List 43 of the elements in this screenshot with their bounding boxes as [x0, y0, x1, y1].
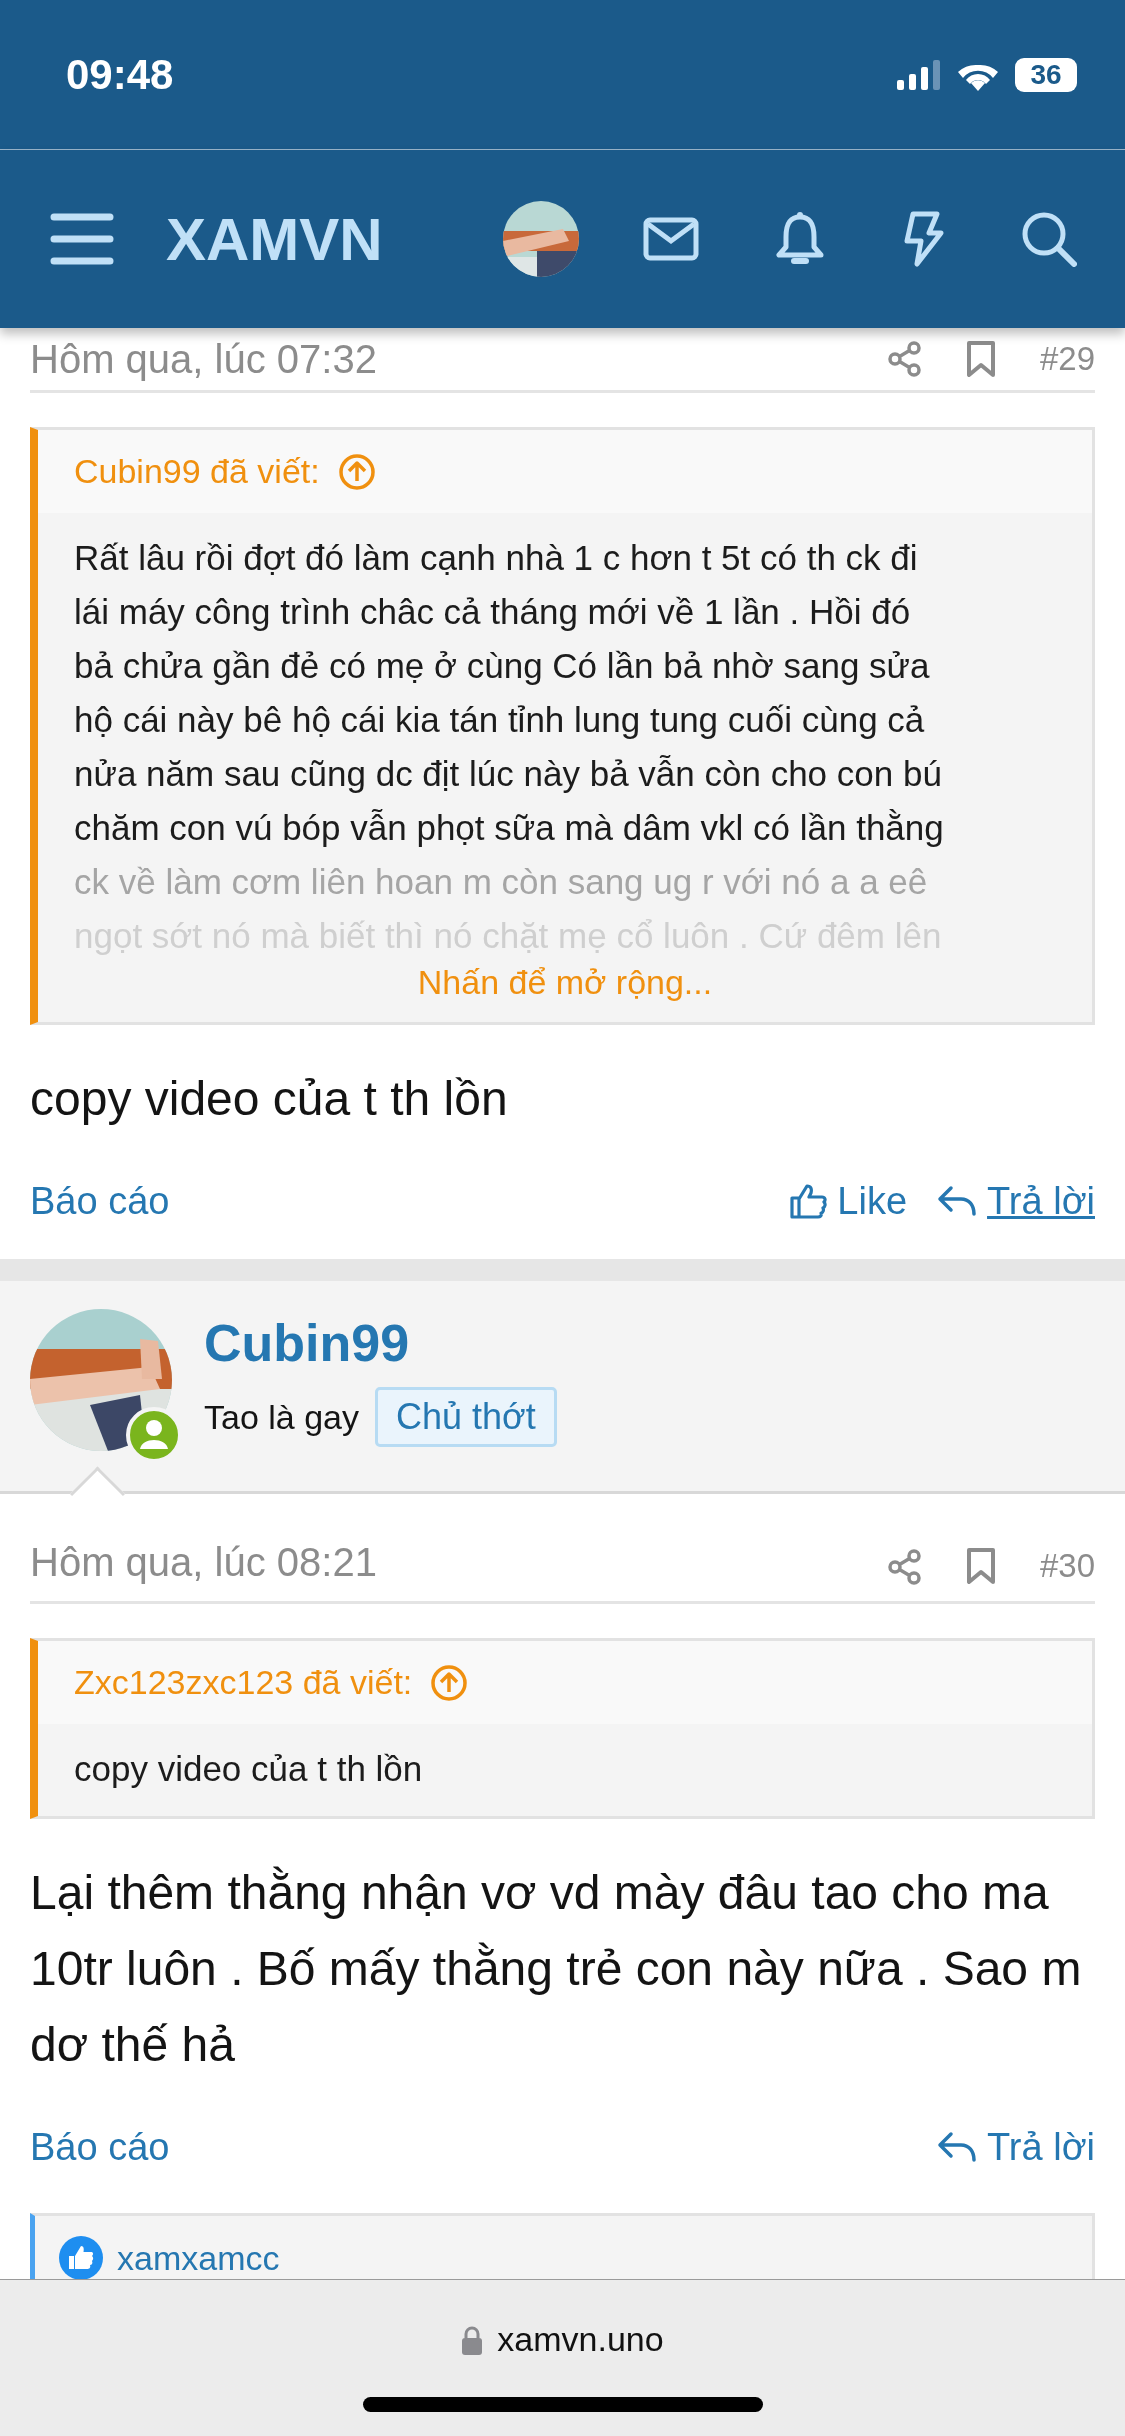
reply-arrow-icon [937, 1185, 978, 1217]
user-title: Tao là gay [204, 1397, 359, 1437]
quote-text-line: Rất lâu rồi đợt đó làm cạnh nhà 1 c hơn t 5t có th ck đi [74, 537, 919, 579]
quote-text-line: lái máy công trình châc cả tháng mới về 1 lần . Hồi đó [74, 591, 912, 633]
bookmark-icon[interactable] [965, 340, 996, 378]
share-icon[interactable] [887, 341, 922, 377]
quote-author[interactable]: Zxc123zxc123 đã viết: [74, 1663, 413, 1702]
url-text[interactable]: xamvn.uno [497, 2320, 664, 2359]
reply-link[interactable]: Trả lời [937, 1179, 1095, 1223]
quote-text-line: bả chửa gần đẻ có mẹ ở cùng Có lần bả nhờ sang sửa [74, 645, 931, 687]
post-text: Lại thêm thằng nhận vơ vd mày đâu tao cho ma 10tr luôn . Bố mấy thằng trẻ con này nữa . Sao m dơ thế hả [30, 1865, 1083, 2073]
reply-link[interactable]: Trả lời [937, 2125, 1095, 2169]
report-link[interactable]: Báo cáo [30, 2125, 170, 2169]
post-number[interactable]: #30 [1039, 1547, 1095, 1585]
quote-text-line: ck về làm cơm liên hoan m còn sang ug r với nó a a eê [74, 861, 929, 903]
quote-text-line: chăm con vú bóp vẫn phọt sữa mà dâm vkl có lần thằng [74, 807, 945, 849]
post-text: copy video của t th lồn [30, 1071, 509, 1127]
signal-icon [897, 59, 941, 90]
post-number[interactable]: #29 [1039, 340, 1095, 378]
menu-icon[interactable] [50, 213, 114, 265]
report-link[interactable]: Báo cáo [30, 1179, 170, 1223]
quote-text-line: copy video của t th lồn [74, 1748, 424, 1790]
clock-time: 09:48 [66, 50, 174, 99]
username-link[interactable]: Cubin99 [204, 1313, 557, 1373]
bookmark-icon[interactable] [965, 1547, 996, 1585]
like-button[interactable]: Like [789, 1179, 908, 1223]
post-date[interactable]: Hôm qua, lúc 08:21 [30, 1540, 377, 1585]
reaction-users-link[interactable]: xamxamcc [117, 2238, 280, 2278]
like-reaction-icon [59, 2236, 103, 2280]
share-icon[interactable] [887, 1549, 922, 1585]
search-icon[interactable] [1021, 211, 1077, 267]
quote-text-line: nửa năm sau cũng dc địt lúc này bả vẫn còn cho con bú [74, 753, 943, 795]
site-logo[interactable]: XAMVN [166, 204, 383, 274]
quote-text-line: hộ cái này bê hộ cái kia tán tỉnh lung tung cuối cùng cả [74, 699, 926, 741]
reply-arrow-icon [937, 2131, 978, 2163]
thumbs-up-icon [789, 1183, 828, 1219]
quote-author[interactable]: Cubin99 đã viết: [74, 452, 320, 491]
user-badge: Chủ thớt [375, 1387, 557, 1447]
post-date[interactable]: Hôm qua, lúc 07:32 [30, 336, 377, 382]
mail-icon[interactable] [643, 217, 699, 261]
bell-icon[interactable] [775, 211, 825, 267]
battery-icon: 36 [1015, 57, 1077, 92]
lock-icon [461, 2324, 484, 2355]
